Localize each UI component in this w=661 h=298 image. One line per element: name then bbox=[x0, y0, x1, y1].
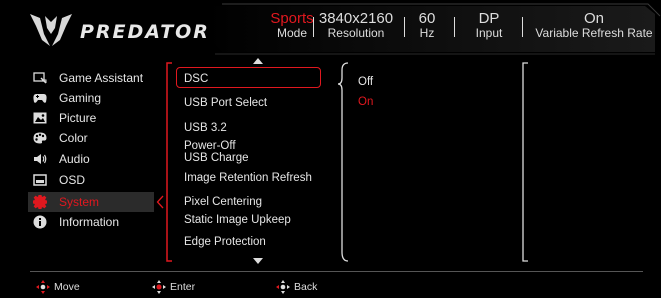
game-assistant-icon bbox=[32, 71, 48, 85]
refresh-rate-label: Hz bbox=[419, 26, 435, 40]
submenu-item-edge-protection[interactable]: Edge Protection bbox=[184, 236, 266, 248]
mode-value: Sports bbox=[270, 10, 314, 27]
submenu-item-usb-port-select[interactable]: USB Port Select bbox=[184, 97, 267, 109]
footer-enter-label: Enter bbox=[170, 281, 196, 293]
menu-item-label: Gaming bbox=[59, 91, 102, 105]
menu-item-label: Game Assistant bbox=[59, 71, 144, 85]
gamepad-icon bbox=[32, 91, 48, 105]
active-section-indicator-icon bbox=[156, 195, 164, 209]
header-divider bbox=[454, 17, 455, 37]
footer-back-hint: Back bbox=[276, 280, 317, 294]
info-icon bbox=[32, 215, 48, 229]
menu-item-color[interactable]: Color bbox=[28, 128, 154, 148]
picture-icon bbox=[32, 111, 48, 125]
scroll-up-arrow-icon[interactable] bbox=[253, 58, 263, 64]
speaker-icon bbox=[32, 152, 48, 166]
refresh-rate-stat: 60 Hz bbox=[413, 10, 441, 40]
menu-item-system[interactable]: System bbox=[28, 192, 154, 212]
menu-item-game-assistant[interactable]: Game Assistant bbox=[28, 68, 154, 88]
input-stat: DP Input bbox=[468, 10, 510, 40]
submenu-item-dsc[interactable]: DSC bbox=[184, 73, 208, 85]
mode-stat: Sports Mode bbox=[270, 10, 314, 40]
option-on[interactable]: On bbox=[358, 96, 373, 108]
submenu-item-usb-3-2[interactable]: USB 3.2 bbox=[184, 122, 227, 134]
input-value: DP bbox=[478, 10, 500, 27]
menu-item-osd[interactable]: OSD bbox=[28, 170, 154, 190]
brand-logo-text: PREDATOR bbox=[80, 21, 210, 43]
menu-item-gaming[interactable]: Gaming bbox=[28, 88, 154, 108]
menu-item-label: Information bbox=[59, 215, 120, 229]
menu-item-label: System bbox=[59, 195, 100, 209]
header-divider bbox=[404, 17, 405, 37]
preview-left-bracket bbox=[522, 62, 528, 262]
menu-item-label: Color bbox=[59, 131, 88, 145]
submenu-item-pixel-centering[interactable]: Pixel Centering bbox=[184, 196, 262, 208]
footer-enter-hint: Enter bbox=[152, 280, 195, 294]
options-left-bracket bbox=[337, 62, 349, 262]
footer-back-label: Back bbox=[294, 281, 318, 293]
joystick-back-icon bbox=[276, 280, 290, 294]
osd-icon bbox=[32, 173, 48, 187]
scroll-down-arrow-icon[interactable] bbox=[253, 258, 263, 264]
header-divider bbox=[313, 17, 314, 37]
submenu-item-static-image-upkeep[interactable]: Static Image Upkeep bbox=[184, 214, 291, 226]
gear-icon bbox=[32, 195, 48, 209]
vrr-stat: On Variable Refresh Rate bbox=[530, 10, 658, 40]
header-divider bbox=[522, 17, 523, 37]
menu-item-label: Audio bbox=[59, 152, 90, 166]
joystick-move-icon bbox=[36, 280, 50, 294]
palette-icon bbox=[32, 131, 48, 145]
submenu-left-bracket bbox=[166, 62, 172, 262]
menu-item-picture[interactable]: Picture bbox=[28, 108, 154, 128]
submenu-item-image-retention-refresh[interactable]: Image Retention Refresh bbox=[184, 172, 312, 184]
menu-item-audio[interactable]: Audio bbox=[28, 149, 154, 169]
resolution-stat: 3840x2160 Resolution bbox=[318, 10, 394, 40]
osd-header: PREDATOR Sports Mode 3840x2160 Resolutio… bbox=[0, 0, 661, 58]
option-off[interactable]: Off bbox=[358, 76, 373, 88]
input-label: Input bbox=[475, 26, 503, 40]
refresh-rate-value: 60 bbox=[418, 10, 436, 27]
joystick-enter-icon bbox=[152, 280, 166, 294]
predator-logo-icon bbox=[30, 14, 72, 46]
resolution-label: Resolution bbox=[327, 26, 385, 40]
footer-move-hint: Move bbox=[36, 280, 80, 294]
resolution-value: 3840x2160 bbox=[318, 10, 394, 27]
menu-item-information[interactable]: Information bbox=[28, 212, 154, 232]
vrr-label: Variable Refresh Rate bbox=[535, 26, 653, 40]
footer-move-label: Move bbox=[54, 281, 80, 293]
submenu-item-power-off-usb-charge[interactable]: Power-Off USB Charge bbox=[184, 140, 249, 164]
footer-divider bbox=[30, 271, 643, 272]
mode-label: Mode bbox=[276, 26, 308, 40]
menu-item-label: Picture bbox=[59, 111, 97, 125]
menu-item-label: OSD bbox=[59, 173, 86, 187]
vrr-value: On bbox=[583, 10, 604, 27]
